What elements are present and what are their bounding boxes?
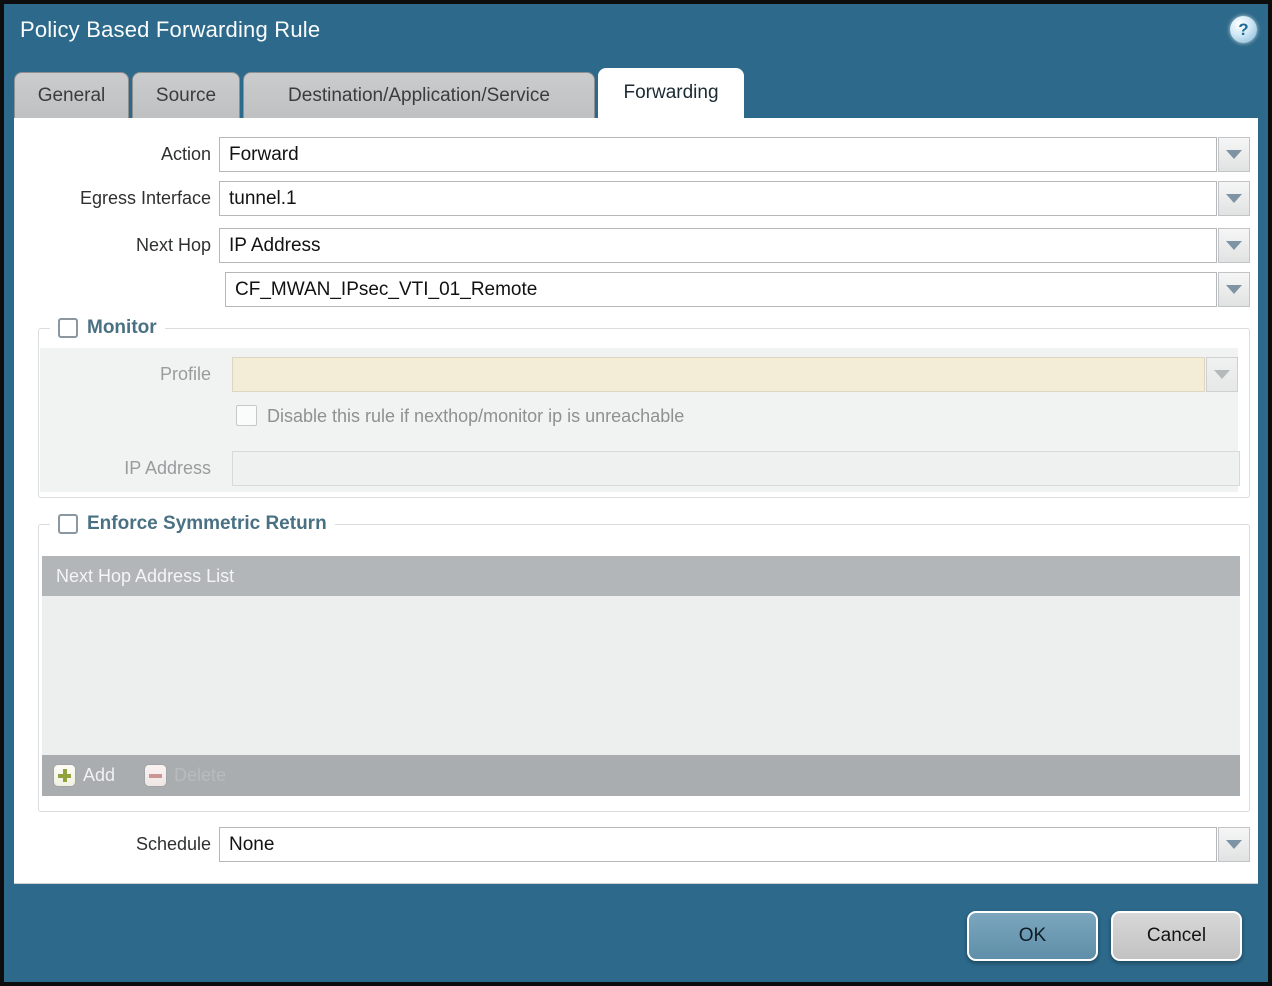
chevron-down-icon [1226, 150, 1242, 159]
disable-rule-label: Disable this rule if nexthop/monitor ip … [267, 405, 684, 427]
schedule-dropdown-trigger[interactable] [1218, 827, 1250, 862]
action-dropdown[interactable]: Forward [219, 137, 1217, 172]
symmetric-return-legend: Enforce Symmetric Return [50, 510, 335, 537]
tab-source[interactable]: Source [132, 72, 240, 118]
add-button-label: Add [83, 765, 115, 786]
cancel-button[interactable]: Cancel [1111, 911, 1242, 961]
forwarding-tab-panel: Action Forward Egress Interface tunnel.1… [14, 118, 1258, 884]
schedule-dropdown[interactable]: None [219, 827, 1217, 862]
next-hop-address-list-table: Next Hop Address List Add Delete [42, 556, 1240, 796]
tab-forwarding[interactable]: Forwarding [598, 68, 744, 118]
profile-label: Profile [14, 357, 211, 392]
delete-button-label: Delete [174, 765, 226, 786]
monitor-ip-address-label: IP Address [14, 451, 211, 486]
schedule-label: Schedule [14, 827, 211, 862]
pbf-rule-dialog: Policy Based Forwarding Rule ? General S… [0, 0, 1272, 986]
chevron-down-icon [1214, 370, 1230, 379]
chevron-down-icon [1226, 285, 1242, 294]
minus-icon [145, 765, 166, 786]
next-hop-type-dropdown-trigger[interactable] [1218, 228, 1250, 263]
monitor-ip-address-input [232, 451, 1240, 486]
action-label: Action [14, 137, 211, 172]
next-hop-type-dropdown[interactable]: IP Address [219, 228, 1217, 263]
table-toolbar: Add Delete [42, 755, 1240, 796]
symmetric-return-legend-label: Enforce Symmetric Return [87, 513, 327, 535]
tab-destination-application-service[interactable]: Destination/Application/Service [243, 72, 595, 118]
dialog-title: Policy Based Forwarding Rule [20, 17, 320, 43]
help-icon[interactable]: ? [1230, 16, 1257, 43]
next-hop-label: Next Hop [14, 228, 211, 263]
profile-dropdown-trigger [1206, 357, 1238, 392]
egress-interface-label: Egress Interface [14, 181, 211, 216]
monitor-legend-label: Monitor [87, 317, 157, 339]
add-button[interactable]: Add [54, 765, 115, 786]
ok-button[interactable]: OK [967, 911, 1098, 961]
profile-dropdown [232, 357, 1205, 392]
symmetric-return-checkbox[interactable] [58, 514, 78, 534]
delete-button: Delete [145, 765, 226, 786]
egress-interface-dropdown[interactable]: tunnel.1 [219, 181, 1217, 216]
chevron-down-icon [1226, 241, 1242, 250]
question-mark-glyph: ? [1238, 20, 1248, 40]
monitor-checkbox[interactable] [58, 318, 78, 338]
next-hop-address-dropdown-trigger[interactable] [1218, 272, 1250, 307]
chevron-down-icon [1226, 840, 1242, 849]
monitor-legend: Monitor [50, 314, 165, 341]
next-hop-address-dropdown[interactable]: CF_MWAN_IPsec_VTI_01_Remote [225, 272, 1217, 307]
tab-general[interactable]: General [14, 72, 129, 118]
next-hop-address-list-body [42, 596, 1240, 755]
action-dropdown-trigger[interactable] [1218, 137, 1250, 172]
next-hop-address-list-header: Next Hop Address List [42, 556, 1240, 596]
egress-interface-dropdown-trigger[interactable] [1218, 181, 1250, 216]
chevron-down-icon [1226, 194, 1242, 203]
plus-icon [54, 765, 75, 786]
disable-rule-checkbox [236, 405, 257, 426]
